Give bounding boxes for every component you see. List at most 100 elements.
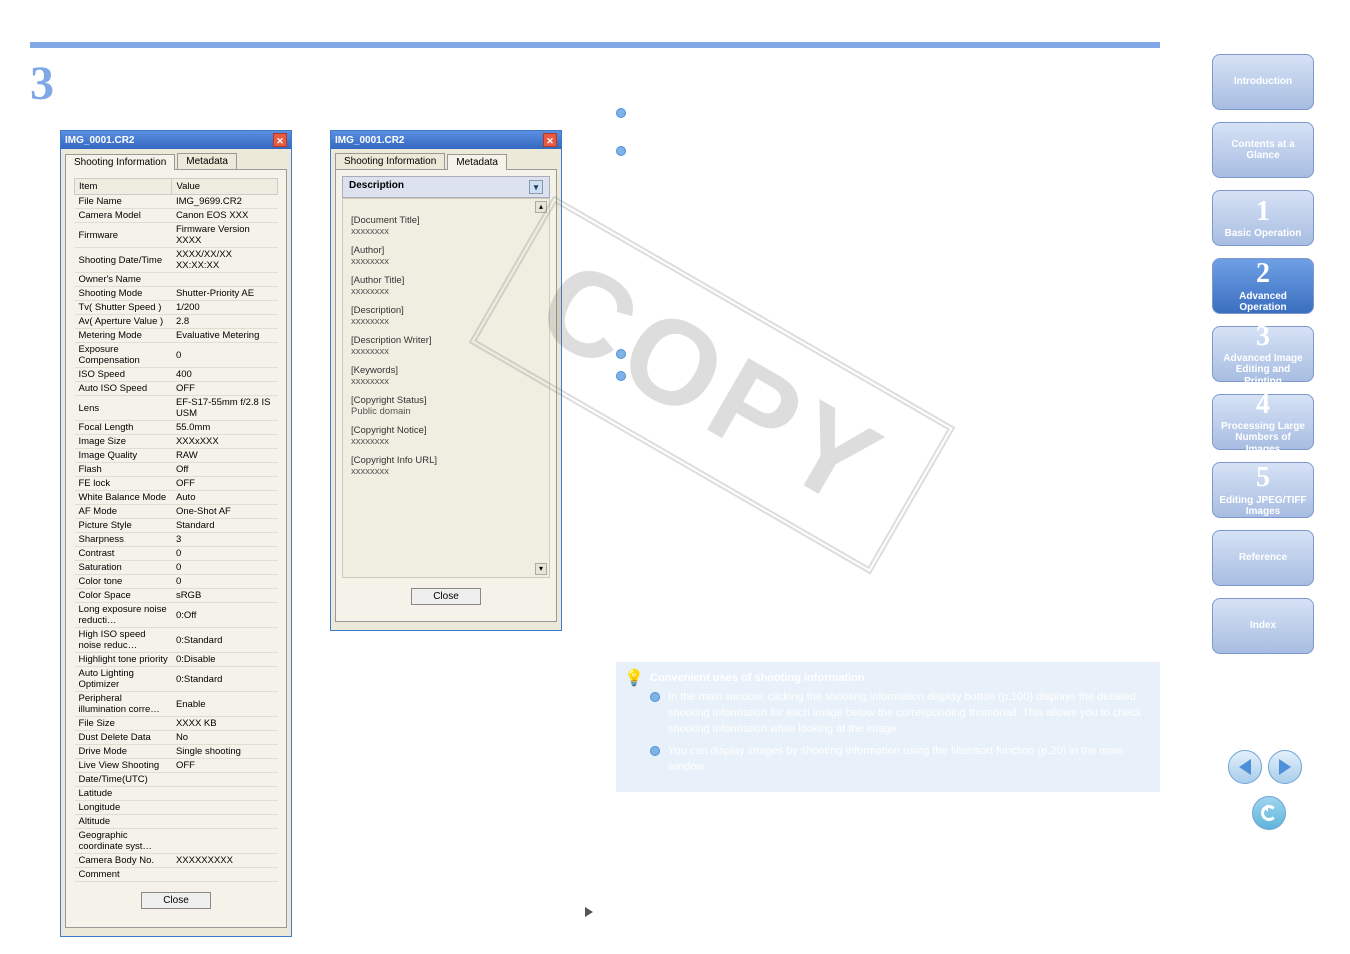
col-item: Item (75, 179, 172, 195)
table-row: Picture StyleStandard (75, 519, 278, 533)
metadata-field-value: xxxxxxxx (351, 466, 541, 477)
table-row: Image SizeXXXxXXX (75, 435, 278, 449)
nav-number: 3 (1256, 321, 1270, 353)
table-row: AF ModeOne-Shot AF (75, 505, 278, 519)
bullet-item: You can display images by shooting infor… (650, 744, 1148, 776)
item-cell: Contrast (75, 547, 172, 561)
value-cell: 0 (172, 575, 278, 589)
table-row: Av( Aperture Value )2.8 (75, 315, 278, 329)
close-icon[interactable]: ✕ (543, 133, 557, 147)
bullet-dot-icon (650, 746, 660, 756)
description-dropdown[interactable]: Description ▾ (342, 176, 550, 198)
item-cell: Date/Time(UTC) (75, 773, 172, 787)
nav-chapter-5[interactable]: 5Editing JPEG/TIFF Images (1212, 462, 1314, 518)
table-row: Tv( Shutter Speed )1/200 (75, 301, 278, 315)
table-row: Peripheral illumination corre…Enable (75, 692, 278, 717)
table-row: Focal Length55.0mm (75, 421, 278, 435)
table-row: FlashOff (75, 463, 278, 477)
metadata-field-label: [Document Title] (351, 215, 541, 226)
value-cell: 0 (172, 343, 278, 368)
item-cell: Auto Lighting Optimizer (75, 667, 172, 692)
table-row: Contrast0 (75, 547, 278, 561)
item-cell: File Size (75, 717, 172, 731)
nav-sublabel: Basic Operation (1225, 228, 1302, 240)
tab-metadata[interactable]: Metadata (177, 153, 237, 169)
metadata-field-label: [Author] (351, 245, 541, 256)
table-row: Auto ISO SpeedOFF (75, 382, 278, 396)
bullet-item: In the [Shooting Information] tab sheet,… (616, 106, 1160, 138)
triangle-right-icon (1279, 759, 1291, 775)
nav-index[interactable]: Index (1212, 598, 1314, 654)
item-cell: Exposure Compensation (75, 343, 172, 368)
item-cell: Picture Style (75, 519, 172, 533)
nav-sublabel: Editing JPEG/TIFF Images (1217, 495, 1309, 518)
table-row: Latitude (75, 787, 278, 801)
table-row: Drive ModeSingle shooting (75, 745, 278, 759)
close-button[interactable]: Close (411, 588, 481, 605)
table-row: Live View ShootingOFF (75, 759, 278, 773)
return-button[interactable] (1252, 796, 1286, 830)
tab-shooting-information[interactable]: Shooting Information (65, 154, 175, 170)
value-cell (172, 773, 278, 787)
tab-metadata[interactable]: Metadata (447, 154, 507, 170)
nav-chapter-2[interactable]: 2Advanced Operation (1212, 258, 1314, 314)
table-row: Auto Lighting Optimizer0:Standard (75, 667, 278, 692)
item-cell: Shooting Mode (75, 287, 172, 301)
table-row: Image QualityRAW (75, 449, 278, 463)
item-cell: Live View Shooting (75, 759, 172, 773)
tab-strip: Shooting Information Metadata (61, 149, 291, 169)
page-top-rule (30, 42, 1160, 48)
value-cell: 0:Standard (172, 667, 278, 692)
nav-sublabel: Advanced Image Editing and Printing (1217, 353, 1309, 388)
close-icon[interactable]: ✕ (273, 133, 287, 147)
nav-introduction[interactable]: Introduction (1212, 54, 1314, 110)
table-row: LensEF-S17-55mm f/2.8 IS USM (75, 396, 278, 421)
nav-label: Reference (1239, 552, 1287, 564)
table-row: Shooting ModeShutter-Priority AE (75, 287, 278, 301)
bullet-dot-icon (616, 108, 626, 118)
item-cell: ISO Speed (75, 368, 172, 382)
value-cell: Auto (172, 491, 278, 505)
item-cell: Saturation (75, 561, 172, 575)
nav-chapter-3[interactable]: 3Advanced Image Editing and Printing (1212, 326, 1314, 382)
next-page-button[interactable] (1268, 750, 1302, 784)
table-row: Sharpness3 (75, 533, 278, 547)
nav-number: 1 (1256, 196, 1270, 228)
bullet-dot-icon (650, 692, 660, 702)
value-cell (172, 801, 278, 815)
value-cell (172, 868, 278, 882)
nav-chapter-4[interactable]: 4Processing Large Numbers of Images (1212, 394, 1314, 450)
value-cell: Standard (172, 519, 278, 533)
item-cell: AF Mode (75, 505, 172, 519)
value-cell: 2.8 (172, 315, 278, 329)
scroll-down-icon[interactable]: ▾ (535, 563, 547, 575)
chevron-down-icon: ▾ (529, 180, 543, 194)
item-cell: File Name (75, 195, 172, 209)
nav-sublabel: Processing Large Numbers of Images (1217, 421, 1309, 456)
item-cell: Camera Body No. (75, 854, 172, 868)
item-cell: Camera Model (75, 209, 172, 223)
value-cell: 0:Disable (172, 653, 278, 667)
item-cell: Focal Length (75, 421, 172, 435)
tab-shooting-information[interactable]: Shooting Information (335, 153, 445, 169)
value-cell: XXXX KB (172, 717, 278, 731)
table-row: Camera ModelCanon EOS XXX (75, 209, 278, 223)
nav-reference[interactable]: Reference (1212, 530, 1314, 586)
table-row: Exposure Compensation0 (75, 343, 278, 368)
prev-page-button[interactable] (1228, 750, 1262, 784)
table-row: File SizeXXXX KB (75, 717, 278, 731)
continued-label: continued on the next page (613, 906, 746, 918)
value-cell (172, 815, 278, 829)
nav-chapter-1[interactable]: 1Basic Operation (1212, 190, 1314, 246)
item-cell: Longitude (75, 801, 172, 815)
value-cell: OFF (172, 759, 278, 773)
page-footer: continued on the next page (0, 906, 1350, 918)
metadata-field-value: xxxxxxxx (351, 376, 541, 387)
tip-title: Convenient uses of shooting information (650, 672, 1148, 684)
return-arrow-icon (1261, 805, 1277, 821)
bullet-text: You can display images by shooting infor… (668, 744, 1148, 776)
item-cell: Sharpness (75, 533, 172, 547)
item-cell: Color Space (75, 589, 172, 603)
nav-contents-at-a-glance[interactable]: Contents at a Glance (1212, 122, 1314, 178)
item-cell: Altitude (75, 815, 172, 829)
